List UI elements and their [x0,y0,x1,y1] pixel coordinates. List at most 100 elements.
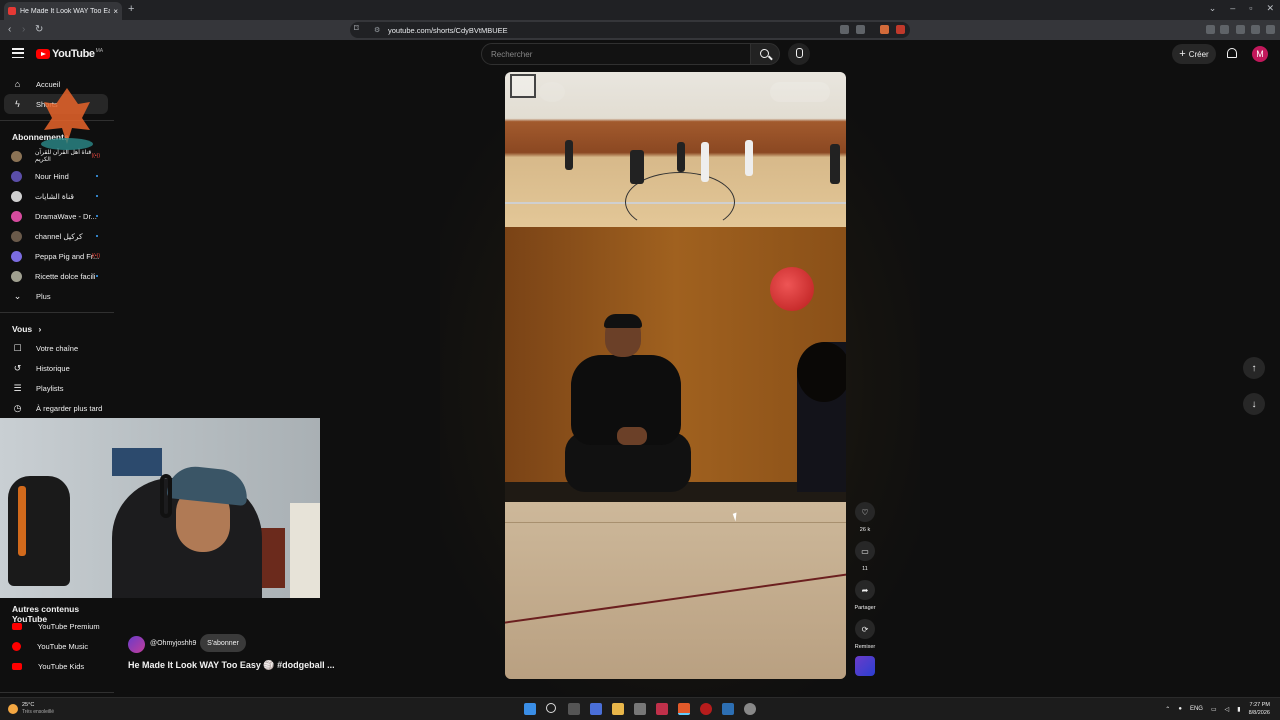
sidebar-item-label: YouTube Premium [38,621,100,631]
music-icon[interactable] [1206,25,1215,34]
subscription-item[interactable]: channel كركيل [4,226,108,246]
notifications-bell-icon[interactable] [1225,47,1237,59]
clock[interactable]: 7:27 PM 8/8/2026 [1249,701,1270,717]
remix-button[interactable]: ⟳ [855,619,875,639]
sidebar-item-youtube-kids[interactable]: YouTube Kids [4,656,108,676]
channel-avatar[interactable] [128,636,145,653]
window-controls: ⌄ – ▫ ✕ [1209,3,1274,14]
search-icon[interactable] [546,703,556,713]
sound-channel-avatar[interactable] [855,656,875,676]
channel-avatar [11,190,22,202]
sidebar-item-watch-later[interactable]: ◷ À regarder plus tard [4,398,108,418]
channel-handle[interactable]: @Ohmyjoshh9 [150,640,196,647]
url-bar[interactable]: ⚙ youtube.com/shorts/CdyBVtMBUEE [350,22,910,38]
address-toolbar: ‹ › ↻ ⚙ youtube.com/shorts/CdyBVtMBUEE ⌑ [0,20,1280,40]
show-more-button[interactable]: ⌄ Plus [4,286,108,306]
account-avatar[interactable]: M [1252,46,1268,62]
search-button[interactable] [750,43,780,65]
video-controls[interactable] [770,82,830,102]
next-short-button[interactable]: ↓ [1243,393,1265,415]
player-figure [630,150,644,184]
file-explorer-icon[interactable] [612,703,624,715]
cast-icon[interactable] [856,25,865,34]
sidebar-item-youtube-music[interactable]: YouTube Music [4,636,108,656]
settings-icon[interactable] [744,703,756,715]
man-hands [617,427,647,445]
chevron-up-icon[interactable]: ⌃ [1165,706,1170,713]
sidebar-item-label: YouTube Kids [38,661,85,671]
tab-close-icon[interactable]: × [113,7,118,16]
volume-icon[interactable]: ◁ [1225,706,1230,713]
sidebar-toggle-icon[interactable] [1220,25,1229,34]
copilot-icon[interactable] [590,703,602,715]
subscription-item[interactable]: قناة الشايات [4,186,108,206]
sidebar-item-your-channel[interactable]: ☐ Votre chaîne [4,338,108,358]
short-title[interactable]: He Made It Look WAY Too Easy 🏐 #dodgebal… [128,660,335,671]
sidebar-item-youtube-premium[interactable]: YouTube Premium [4,616,108,636]
obs-icon[interactable] [700,703,712,715]
tab-search-icon[interactable]: ⌄ [1209,3,1217,14]
subscription-item[interactable]: DramaWave - Dr... [4,206,108,226]
store-icon[interactable] [634,703,646,715]
translate-icon[interactable] [840,25,849,34]
guide-menu-icon[interactable] [12,48,24,58]
microphone-icon[interactable]: ● [1178,706,1182,712]
subscription-item[interactable]: Nour Hind [4,166,108,186]
like-button[interactable]: ♡ [855,502,875,522]
reload-button[interactable]: ↻ [35,24,43,35]
language-indicator[interactable]: ENG [1190,706,1203,712]
sidebar-item-history[interactable]: ↺ Historique [4,358,108,378]
app-icon[interactable] [722,703,734,715]
brave-browser-icon[interactable] [678,703,690,715]
subscribe-button[interactable]: S'abonner [200,634,246,652]
search-input[interactable]: Rechercher [481,43,751,65]
task-view-icon[interactable] [568,703,580,715]
site-info-icon[interactable]: ⚙ [374,26,380,34]
create-button[interactable]: + Créer [1172,44,1216,64]
brave-shield-icon[interactable] [880,25,889,34]
share-button[interactable]: ➦ [855,580,875,600]
sidebar-item-playlists[interactable]: ☰ Playlists [4,378,108,398]
rewards-icon[interactable] [896,25,905,34]
network-icon[interactable]: ▭ [1211,706,1217,713]
sidebar-item-label: Historique [36,363,70,373]
browser-tab[interactable]: He Made It Look WAY Too Ea × [4,2,122,20]
voice-search-icon[interactable] [788,43,810,65]
leo-icon[interactable] [1251,25,1260,34]
gym-floor [505,502,846,679]
minimize-button[interactable]: – [1230,3,1235,14]
youtube-logo[interactable]: YouTube MA [36,48,103,60]
maximize-button[interactable]: ▫ [1249,3,1252,14]
floor-line [505,522,846,523]
back-button[interactable]: ‹ [8,24,11,35]
player-figure [830,144,840,184]
battery-icon[interactable]: ▮ [1237,706,1240,713]
search-icon [760,49,769,58]
windows-start-icon[interactable] [524,703,536,715]
player-figure [701,142,709,182]
you-heading[interactable]: Vous › [12,324,41,334]
channel-avatar [11,270,22,282]
subscription-item[interactable]: Ricette dolce facili [4,266,108,286]
subscription-item[interactable]: Peppa Pig and Fr... ((•)) [4,246,108,266]
channel-avatar [11,230,22,242]
comment-button[interactable]: ▭ [855,541,875,561]
shorts-video-player[interactable] [505,72,846,679]
bookmark-icon[interactable]: ⌑ [354,23,359,34]
menu-icon[interactable] [1266,25,1275,34]
close-window-button[interactable]: ✕ [1266,3,1274,14]
player-figure [677,142,685,172]
video-main-clip [505,227,846,679]
weather-widget[interactable]: 25°C Très ensoleillé [8,702,54,716]
comment-count: 11 [862,566,868,572]
forward-button[interactable]: › [22,24,25,35]
channel-avatar [11,150,22,162]
previous-short-button[interactable]: ↑ [1243,357,1265,379]
youtube-favicon-icon [8,7,16,15]
video-top-clip [505,72,846,232]
floor-stripe [505,569,846,627]
app-icon[interactable] [656,703,668,715]
wallet-icon[interactable] [1236,25,1245,34]
new-tab-button[interactable]: + [128,3,134,15]
mute-icon[interactable] [539,82,565,102]
